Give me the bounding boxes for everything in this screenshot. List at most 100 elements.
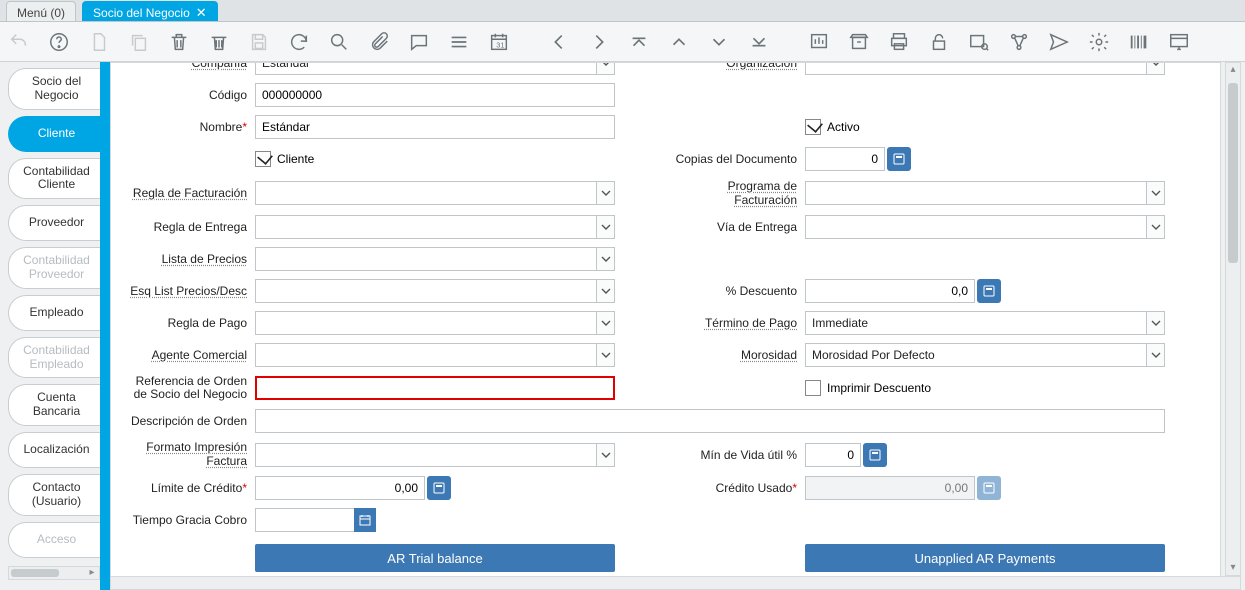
sidetab-socio-negocio[interactable]: Socio del Negocio — [8, 68, 100, 110]
calendar-icon[interactable]: 31 — [488, 31, 510, 53]
label-programa-fact: Programa de Facturación — [675, 179, 805, 207]
field-pct-descuento[interactable] — [805, 279, 975, 303]
label-regla-pago: Regla de Pago — [125, 316, 255, 330]
label-credito-usado: Crédito Usado* — [675, 481, 805, 495]
active-tab-connector — [100, 62, 110, 590]
btn-unapplied-ar[interactable]: Unapplied AR Payments — [805, 544, 1165, 572]
field-regla-fact[interactable] — [255, 181, 615, 205]
svg-text:31: 31 — [496, 40, 504, 49]
chevron-down-icon[interactable] — [596, 312, 614, 334]
field-lista-precios[interactable] — [255, 247, 615, 271]
request-icon[interactable] — [1048, 31, 1070, 53]
chevron-down-icon[interactable] — [1146, 344, 1164, 366]
field-agente[interactable] — [255, 343, 615, 367]
chevron-down-icon[interactable] — [596, 248, 614, 270]
label-nombre: Nombre* — [125, 120, 255, 134]
next-record-icon[interactable] — [708, 31, 730, 53]
refresh-icon[interactable] — [288, 31, 310, 53]
nav-prev-icon[interactable] — [548, 31, 570, 53]
help-icon[interactable] — [48, 31, 70, 53]
btn-ar-trial-balance[interactable]: AR Trial balance — [255, 544, 615, 572]
calc-button[interactable] — [977, 279, 1001, 303]
calendar-button[interactable] — [354, 508, 376, 532]
label-regla-fact: Regla de Facturación — [125, 186, 255, 200]
chevron-down-icon[interactable] — [596, 444, 614, 466]
checkbox-cliente[interactable] — [255, 151, 271, 167]
label-limite-credito: Límite de Crédito* — [125, 481, 255, 495]
zoom-across-icon[interactable] — [968, 31, 990, 53]
field-codigo[interactable] — [255, 83, 615, 107]
chevron-down-icon[interactable] — [1146, 62, 1164, 74]
field-organizacion[interactable] — [805, 62, 1165, 75]
label-termino-pago: Término de Pago — [675, 316, 805, 330]
form-panel: Compañía Estándar Organización Código No… — [110, 62, 1221, 580]
sidetab-contacto[interactable]: Contacto (Usuario) — [8, 474, 100, 516]
horizontal-scrollbar[interactable] — [110, 576, 1241, 590]
chevron-down-icon[interactable] — [1146, 216, 1164, 238]
sidetab-empleado[interactable]: Empleado — [8, 295, 100, 331]
chevron-down-icon[interactable] — [596, 62, 614, 74]
barcode-icon[interactable] — [1128, 31, 1150, 53]
sidetab-cuenta-bancaria[interactable]: Cuenta Bancaria — [8, 384, 100, 426]
last-record-icon[interactable] — [748, 31, 770, 53]
field-ref-orden[interactable] — [255, 376, 615, 400]
label-formato-imp: Formato Impresión Factura — [125, 441, 255, 467]
list-toggle-icon[interactable] — [448, 31, 470, 53]
label-lista-precios: Lista de Precios — [125, 252, 255, 266]
label-codigo: Código — [125, 88, 255, 102]
field-copias[interactable] — [805, 147, 885, 171]
checkbox-imprimir-desc[interactable] — [805, 380, 821, 396]
sidetab-contab-cliente[interactable]: Contabilidad Cliente — [8, 158, 100, 200]
field-min-vida[interactable] — [805, 443, 861, 467]
gear-icon[interactable] — [1088, 31, 1110, 53]
chevron-down-icon[interactable] — [596, 182, 614, 204]
sidetab-cliente[interactable]: Cliente — [8, 116, 100, 152]
trash-all-icon[interactable] — [208, 31, 230, 53]
first-record-icon[interactable] — [628, 31, 650, 53]
field-regla-pago[interactable] — [255, 311, 615, 335]
side-tab-bar: Socio del Negocio Cliente Contabilidad C… — [0, 62, 100, 580]
prev-record-icon[interactable] — [668, 31, 690, 53]
field-via-entrega[interactable] — [805, 215, 1165, 239]
calc-button[interactable] — [427, 476, 451, 500]
report-icon[interactable] — [808, 31, 830, 53]
chevron-down-icon[interactable] — [596, 344, 614, 366]
sidetab-proveedor[interactable]: Proveedor — [8, 205, 100, 241]
nav-next-icon[interactable] — [588, 31, 610, 53]
field-morosidad[interactable]: Morosidad Por Defecto — [805, 343, 1165, 367]
attach-icon[interactable] — [368, 31, 390, 53]
sidetab-localizacion[interactable]: Localización — [8, 432, 100, 468]
search-icon[interactable] — [328, 31, 350, 53]
calc-button — [977, 476, 1001, 500]
close-icon[interactable]: ✕ — [196, 5, 207, 21]
tab-menu[interactable]: Menú (0) — [6, 1, 76, 21]
calc-button[interactable] — [887, 147, 911, 171]
chevron-down-icon[interactable] — [1146, 182, 1164, 204]
label-regla-entrega: Regla de Entrega — [125, 220, 255, 234]
board-icon[interactable] — [1168, 31, 1190, 53]
field-compania[interactable]: Estándar — [255, 62, 615, 75]
print-icon[interactable] — [888, 31, 910, 53]
lock-icon[interactable] — [928, 31, 950, 53]
sidetabs-hscroll[interactable]: ▸ — [8, 566, 100, 580]
trash-icon[interactable] — [168, 31, 190, 53]
field-termino-pago[interactable]: Immediate — [805, 311, 1165, 335]
tab-socio-negocio[interactable]: Socio del Negocio ✕ — [82, 1, 218, 21]
calc-button[interactable] — [863, 443, 887, 467]
archive-icon[interactable] — [848, 31, 870, 53]
checkbox-activo[interactable] — [805, 119, 821, 135]
chevron-down-icon[interactable] — [596, 216, 614, 238]
field-limite-credito[interactable] — [255, 476, 425, 500]
field-gracia[interactable] — [255, 508, 355, 532]
workflow-icon[interactable] — [1008, 31, 1030, 53]
field-esq-list[interactable] — [255, 279, 615, 303]
field-desc-orden[interactable] — [255, 409, 1165, 433]
field-regla-entrega[interactable] — [255, 215, 615, 239]
field-nombre[interactable] — [255, 115, 615, 139]
field-programa-fact[interactable] — [805, 181, 1165, 205]
chat-icon[interactable] — [408, 31, 430, 53]
field-formato-imp[interactable] — [255, 443, 615, 467]
chevron-down-icon[interactable] — [1146, 312, 1164, 334]
chevron-down-icon[interactable] — [596, 280, 614, 302]
vertical-scrollbar[interactable]: ▴▾ — [1225, 62, 1241, 576]
